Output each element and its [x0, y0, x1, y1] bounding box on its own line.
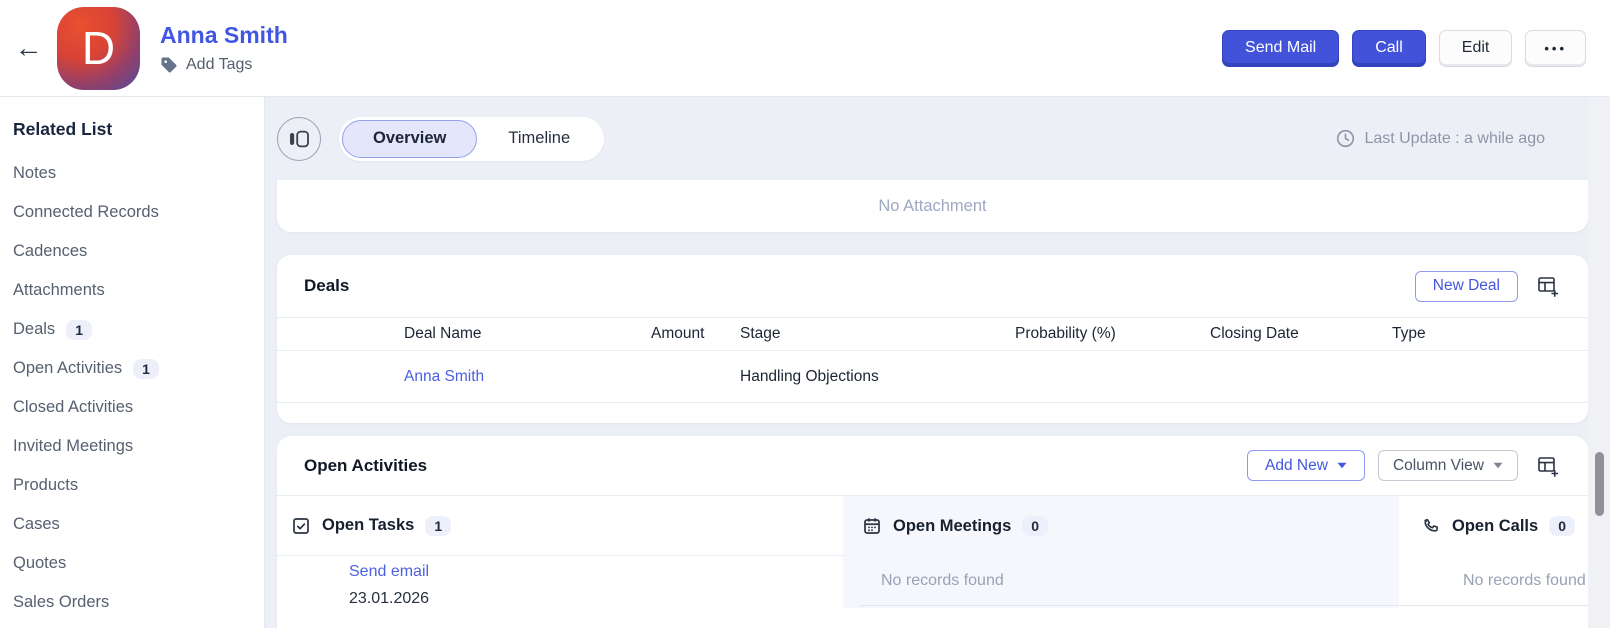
open-meetings-column: Open Meetings 0 No records found: [843, 496, 1399, 608]
chevron-down-icon: [1493, 462, 1503, 469]
deals-table-header: Deal Name Amount Stage Probability (%) C…: [277, 317, 1588, 351]
scrollbar-thumb[interactable]: [1595, 452, 1604, 516]
sidebar-item-label: Cases: [13, 515, 60, 534]
column-amount: Amount: [651, 325, 740, 343]
more-actions-button[interactable]: •••: [1525, 30, 1586, 67]
back-arrow-icon[interactable]: ←: [0, 34, 57, 62]
sidebar-item-label: Notes: [13, 164, 56, 183]
sidebar-toggle-icon: [289, 130, 309, 148]
sidebar-item-label: Products: [13, 476, 78, 495]
task-icon: [291, 516, 311, 536]
open-tasks-label: Open Tasks: [322, 516, 414, 535]
sidebar-item-label: Connected Records: [13, 203, 159, 222]
open-tasks-column: Open Tasks 1 Send email 23.01.2026: [277, 496, 843, 608]
open-activities-title: Open Activities: [304, 456, 427, 476]
sidebar-item-label: Attachments: [13, 281, 105, 300]
chevron-down-icon: [1337, 462, 1347, 469]
sidebar-item-label: Open Activities: [13, 359, 122, 378]
sidebar-item-products[interactable]: Products: [13, 466, 264, 505]
deals-title: Deals: [304, 276, 349, 296]
scrollbar-track[interactable]: [1588, 97, 1610, 628]
record-detail-main: Overview Timeline Last Update : a while …: [265, 97, 1610, 628]
column-probability: Probability (%): [1015, 325, 1210, 343]
task-due-date: 23.01.2026: [349, 590, 843, 608]
add-new-label: Add New: [1265, 457, 1328, 475]
open-activities-count-badge: 1: [133, 359, 159, 379]
no-records-text: No records found: [1399, 556, 1588, 606]
sidebar-item-label: Cadences: [13, 242, 87, 261]
no-attachment-text: No Attachment: [878, 197, 986, 216]
deal-name-link[interactable]: Anna Smith: [404, 368, 651, 386]
tab-timeline[interactable]: Timeline: [477, 120, 601, 158]
open-calls-column: Open Calls 0 No records found: [1399, 496, 1588, 608]
task-title-link[interactable]: Send email: [349, 563, 843, 581]
deals-count-badge: 1: [66, 320, 92, 340]
record-header: ← D Anna Smith Add Tags Send Mail Call E…: [0, 0, 1610, 97]
sidebar-item-connected-records[interactable]: Connected Records: [13, 193, 264, 232]
sidebar-item-quotes[interactable]: Quotes: [13, 544, 264, 583]
deal-stage: Handling Objections: [740, 368, 1015, 386]
collapse-sidebar-button[interactable]: [277, 117, 321, 161]
call-button[interactable]: Call: [1352, 30, 1426, 67]
calendar-icon: [862, 516, 882, 536]
sidebar-item-label: Quotes: [13, 554, 66, 573]
sidebar-item-closed-activities[interactable]: Closed Activities: [13, 388, 264, 427]
view-tabs: Overview Timeline: [339, 117, 604, 161]
view-toolbar: Overview Timeline Last Update : a while …: [265, 97, 1610, 180]
send-mail-button[interactable]: Send Mail: [1222, 30, 1339, 67]
add-new-button[interactable]: Add New: [1247, 450, 1365, 481]
sidebar-item-deals[interactable]: Deals 1: [13, 310, 264, 349]
avatar[interactable]: D: [57, 7, 140, 90]
open-calls-label: Open Calls: [1452, 517, 1538, 536]
sidebar-item-label: Sales Orders: [13, 593, 109, 612]
tab-overview[interactable]: Overview: [342, 120, 477, 158]
sidebar-item-notes[interactable]: Notes: [13, 154, 264, 193]
column-closing-date: Closing Date: [1210, 325, 1392, 343]
sidebar-item-attachments[interactable]: Attachments: [13, 271, 264, 310]
phone-icon: [1422, 517, 1441, 536]
sidebar-item-cases[interactable]: Cases: [13, 505, 264, 544]
edit-table-columns-button[interactable]: [1536, 454, 1560, 478]
sidebar-item-open-activities[interactable]: Open Activities 1: [13, 349, 264, 388]
open-tasks-count-badge: 1: [425, 516, 451, 536]
column-deal-name: Deal Name: [404, 325, 651, 343]
last-update-text: Last Update : a while ago: [1364, 130, 1545, 148]
sidebar-item-label: Deals: [13, 320, 55, 339]
open-activities-card: Open Activities Add New Column View: [277, 436, 1588, 628]
column-type: Type: [1392, 325, 1588, 343]
table-row[interactable]: Anna Smith Handling Objections: [277, 351, 1588, 403]
related-list-title: Related List: [13, 119, 264, 140]
table-plus-icon: [1536, 454, 1560, 478]
open-meetings-label: Open Meetings: [893, 517, 1011, 536]
table-plus-icon: [1536, 274, 1560, 298]
deals-card: Deals New Deal Deal Name Amount Stage Pr…: [277, 255, 1588, 423]
open-meetings-count-badge: 0: [1022, 516, 1048, 536]
column-view-dropdown[interactable]: Column View: [1378, 450, 1518, 481]
column-view-label: Column View: [1393, 457, 1484, 475]
sidebar-item-label: Invited Meetings: [13, 437, 133, 456]
sidebar-item-label: Closed Activities: [13, 398, 133, 417]
page-title: Anna Smith: [160, 22, 288, 49]
attachments-card: No Attachment: [277, 180, 1588, 232]
sidebar-item-invited-meetings[interactable]: Invited Meetings: [13, 427, 264, 466]
add-tags[interactable]: Add Tags: [160, 56, 288, 74]
edit-button[interactable]: Edit: [1439, 30, 1513, 67]
list-item[interactable]: Send email 23.01.2026: [277, 556, 843, 608]
tag-icon: [160, 56, 178, 74]
clock-icon: [1336, 129, 1355, 148]
sidebar-item-sales-orders[interactable]: Sales Orders: [13, 583, 264, 622]
related-list-sidebar: Related List Notes Connected Records Cad…: [0, 97, 265, 628]
edit-table-columns-button[interactable]: [1536, 274, 1560, 298]
sidebar-item-cadences[interactable]: Cadences: [13, 232, 264, 271]
no-records-text: No records found: [859, 556, 1399, 606]
add-tags-label: Add Tags: [186, 56, 252, 74]
open-calls-count-badge: 0: [1549, 516, 1575, 536]
new-deal-button[interactable]: New Deal: [1415, 271, 1518, 302]
column-stage: Stage: [740, 325, 1015, 343]
